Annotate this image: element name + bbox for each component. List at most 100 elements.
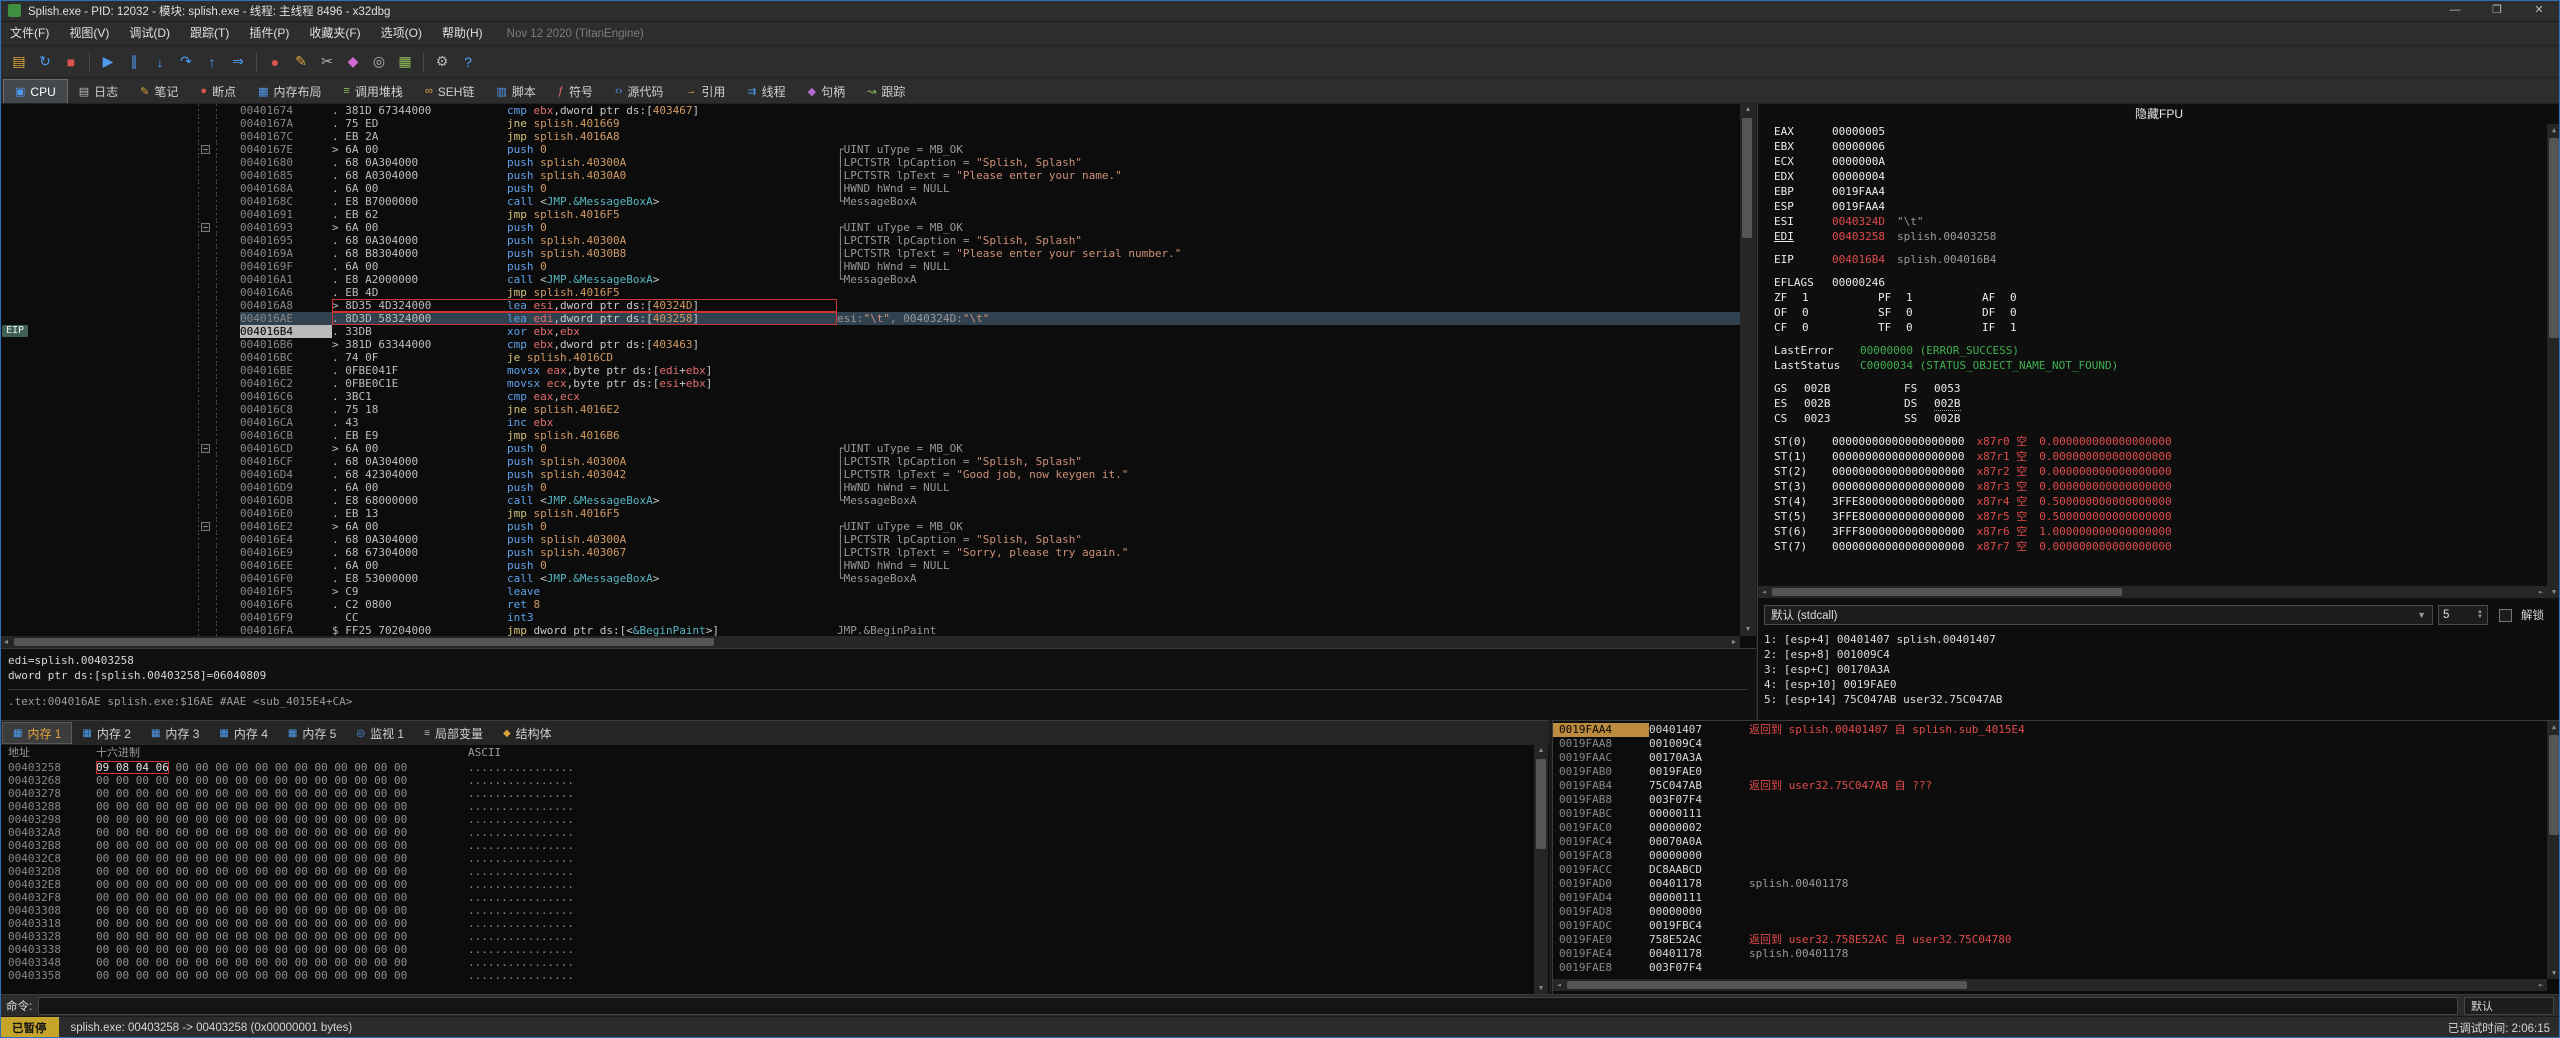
menu-item-2[interactable]: 调试(D) (119, 22, 180, 45)
stack-row[interactable]: 0019FACC DC8AABCD (1553, 863, 2545, 877)
tab-notes[interactable]: ✎ 笔记 (129, 79, 189, 103)
scroll-left-icon[interactable]: ◄ (0, 639, 12, 646)
stack-value[interactable]: 758E52AC (1649, 933, 1749, 947)
stop-icon[interactable]: ■ (58, 50, 84, 74)
disasm-row[interactable]: 004016F5 > C9 leave (0, 585, 1740, 598)
argument-count-stepper[interactable]: 5 ▲ ▼ (2438, 605, 2488, 625)
step-over-icon[interactable]: ↷ (173, 50, 199, 74)
stepper-arrows-icon[interactable]: ▲ ▼ (2477, 609, 2483, 620)
argument-row[interactable]: 5: [esp+14] 75C047AB user32.75C047AB (1764, 692, 2544, 707)
tab-references[interactable]: → 引用 (674, 79, 736, 103)
menu-item-0[interactable]: 文件(F) (0, 22, 59, 45)
watched-bytes[interactable]: 09 08 04 06 (96, 761, 169, 774)
register-value[interactable]: 00000006 (1832, 140, 1885, 153)
tab-threads[interactable]: ⇉ 线程 (736, 79, 796, 103)
flag-value[interactable]: 1 (1802, 291, 1809, 304)
segment-ss[interactable]: SS 002B (1904, 411, 2034, 426)
dump-row[interactable]: 00403268 00 00 00 00 00 00 00 00 00 00 00… (0, 774, 1549, 787)
open-file-icon[interactable]: ▤ (6, 50, 32, 74)
dump-row[interactable]: 00403288 00 00 00 00 00 00 00 00 00 00 00… (0, 800, 1549, 813)
segment-ds[interactable]: DS 002B (1904, 396, 2034, 411)
patch-icon[interactable]: ✎ (288, 50, 314, 74)
register-value[interactable]: 0040324D (1832, 215, 1885, 228)
disasm-hscrollbar[interactable]: ◄ ► (0, 636, 1740, 648)
collapse-icon[interactable]: − (201, 223, 210, 232)
stack-row[interactable]: 0019FAAC 00170A3A (1553, 751, 2545, 765)
scroll-down-icon[interactable]: ▼ (2552, 967, 2556, 979)
scroll-up-icon[interactable]: ▲ (1538, 745, 1545, 757)
flag-pf[interactable]: PF 1 (1878, 290, 1982, 305)
stack-row[interactable]: 0019FAD0 00401178 splish.00401178 (1553, 877, 2545, 891)
register-row[interactable]: EDX 00000004 (1774, 169, 2545, 184)
disasm-row[interactable]: 004016EE . 6A 00 push 0 │HWND hWnd = NULL (0, 559, 1740, 572)
tab-script[interactable]: ▥ 脚本 (485, 79, 546, 103)
dump-row[interactable]: 00403328 00 00 00 00 00 00 00 00 00 00 00… (0, 930, 1549, 943)
calling-convention-select[interactable]: 默认 (stdcall) ▼ (1764, 605, 2433, 625)
register-row[interactable]: EIP 004016B4 splish.004016B4 (1774, 252, 2545, 267)
disasm-row[interactable]: 004016CA . 43 inc ebx (0, 416, 1740, 429)
tab-memory-map[interactable]: ▦ 内存布局 (247, 79, 332, 103)
flag-value[interactable]: 0 (2010, 306, 2017, 319)
fpu-row[interactable]: ST(5) 3FFE8000000000000000 x87r5 空 0.500000… (1774, 509, 2545, 524)
tab-seh[interactable]: ∞ SEH链 (414, 79, 486, 103)
restart-icon[interactable]: ↻ (32, 50, 58, 74)
flag-value[interactable]: 1 (2010, 321, 2017, 334)
dump-row[interactable]: 004032F8 00 00 00 00 00 00 00 00 00 00 00… (0, 891, 1549, 904)
disasm-row[interactable]: 004016AE . 8D3D 58324000 lea edi,dword ptr… (0, 312, 1740, 325)
dump-row[interactable]: 00403358 00 00 00 00 00 00 00 00 00 00 00… (0, 969, 1549, 982)
stack-value[interactable]: 00000000 (1649, 849, 1749, 863)
stack-row[interactable]: 0019FAC8 00000000 (1553, 849, 2545, 863)
stack-value[interactable]: 0019FBC4 (1649, 919, 1749, 933)
disasm-row[interactable]: − 0040167E > 6A 00 push 0 ┌UINT uType = MB_O… (0, 143, 1740, 156)
scroll-track[interactable] (1740, 116, 1756, 624)
scroll-thumb[interactable] (1772, 588, 2122, 596)
register-value[interactable]: 00000246 (1832, 276, 1885, 289)
menu-item-3[interactable]: 跟踪(T) (180, 22, 239, 45)
maximize-icon[interactable]: ❐ (2476, 0, 2518, 21)
dump-row[interactable]: 00403258 09 08 04 06 00 00 00 00 00 00 00… (0, 761, 1549, 774)
tab-log[interactable]: ▤ 日志 (68, 79, 129, 103)
dump-tab-dump1[interactable]: ▦ 内存 1 (2, 722, 73, 744)
dump-row[interactable]: 004032C8 00 00 00 00 00 00 00 00 00 00 00… (0, 852, 1549, 865)
dump-tab-struct[interactable]: ◆ 结构体 (493, 722, 562, 744)
flag-value[interactable]: 0 (1802, 321, 1809, 334)
disasm-row[interactable]: 004016C2 . 0FBE0C1E movsx ecx,byte ptr ds:… (0, 377, 1740, 390)
register-value[interactable]: 00000004 (1832, 170, 1885, 183)
dump-tab-dump3[interactable]: ▦ 内存 3 (141, 722, 209, 744)
disasm-row[interactable]: 0040169A . 68 B8304000 push splish.4030B8 │… (0, 247, 1740, 260)
scissors-icon[interactable]: ✂ (314, 50, 340, 74)
scroll-left-icon[interactable]: ◄ (1758, 588, 1770, 596)
register-row[interactable]: EDI 00403258 splish.00403258 (1774, 229, 2545, 244)
disasm-row[interactable]: 0040168A . 6A 00 push 0 │HWND hWnd = NULL (0, 182, 1740, 195)
register-row[interactable]: EAX 00000005 (1774, 124, 2545, 139)
disasm-row[interactable]: 004016DB . E8 68000000 call <JMP.&MessageB… (0, 494, 1740, 507)
stack-value[interactable]: 00070A0A (1649, 835, 1749, 849)
search-icon[interactable]: ◎ (366, 50, 392, 74)
minimize-icon[interactable]: — (2434, 0, 2476, 21)
scroll-thumb[interactable] (1536, 759, 1546, 849)
flag-of[interactable]: OF 0 (1774, 305, 1878, 320)
close-icon[interactable]: ✕ (2518, 0, 2560, 21)
help-icon[interactable]: ? (455, 50, 481, 74)
stack-value[interactable]: 00401178 (1649, 947, 1749, 961)
dump-row[interactable]: 00403348 00 00 00 00 00 00 00 00 00 00 00… (0, 956, 1549, 969)
flag-value[interactable]: 0 (2010, 291, 2017, 304)
menu-item-6[interactable]: 选项(O) (371, 22, 432, 45)
disasm-row[interactable]: 004016FA $ FF25 70204000 jmp dword ptr ds:… (0, 624, 1740, 636)
scroll-track[interactable] (1565, 979, 2535, 991)
fpu-row[interactable]: ST(7) 00000000000000000000 x87r7 空 0.000000… (1774, 539, 2545, 554)
register-row[interactable]: ESP 0019FAA4 (1774, 199, 2545, 214)
scroll-track[interactable] (2547, 733, 2560, 967)
register-row[interactable]: EBP 0019FAA4 (1774, 184, 2545, 199)
registers-vscrollbar[interactable]: ▲ ▼ (2547, 124, 2560, 598)
register-value[interactable]: 0019FAA4 (1832, 200, 1885, 213)
dump-row[interactable]: 004032D8 00 00 00 00 00 00 00 00 00 00 00… (0, 865, 1549, 878)
flag-value[interactable]: 1 (1906, 291, 1913, 304)
stack-row[interactable]: 0019FAC4 00070A0A (1553, 835, 2545, 849)
segment-es[interactable]: ES 002B (1774, 396, 1904, 411)
stack-vscrollbar[interactable]: ▲ ▼ (2547, 721, 2560, 979)
stack-value[interactable]: 00401407 (1649, 723, 1749, 737)
scroll-right-icon[interactable]: ► (2535, 588, 2547, 596)
stack-row[interactable]: 0019FAA4 00401407 返回到 splish.00401407 自 sp… (1553, 723, 2545, 737)
disasm-row[interactable]: 00401685 . 68 A0304000 push splish.4030A0 │… (0, 169, 1740, 182)
